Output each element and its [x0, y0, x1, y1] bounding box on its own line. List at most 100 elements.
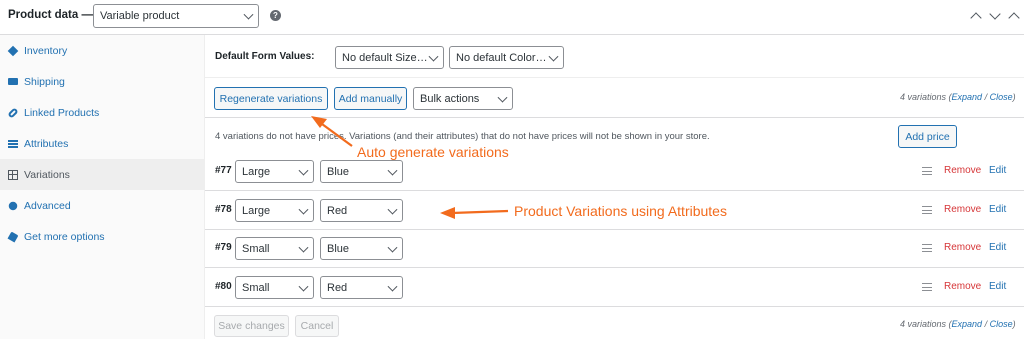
- default-form-values-label: Default Form Values:: [215, 51, 315, 62]
- add-manually-button[interactable]: Add manually: [334, 87, 407, 110]
- regenerate-variations-button[interactable]: Regenerate variations: [214, 87, 328, 110]
- help-icon[interactable]: ?: [270, 10, 281, 21]
- separator: /: [982, 92, 990, 102]
- variation-size-value: Large: [242, 165, 271, 178]
- auto-generate-annotation: Auto generate variations: [357, 144, 509, 160]
- default-color-select[interactable]: No default Color…: [449, 46, 564, 69]
- product-data-header: Product data — Variable product ?: [0, 0, 1024, 35]
- variation-color-select[interactable]: Blue: [320, 160, 403, 183]
- variations-toolbar: Regenerate variations Add manually Bulk …: [205, 78, 1024, 118]
- edit-variation-link[interactable]: Edit: [989, 204, 1006, 215]
- variation-size-select[interactable]: Large: [235, 160, 314, 183]
- variations-footer: Save changes Cancel 4 variations (Expand…: [205, 306, 1024, 339]
- variations-count-text: 4 variations (: [900, 92, 952, 102]
- move-down-icon[interactable]: [989, 8, 1001, 20]
- link-icon: [7, 106, 19, 119]
- tab-linked-products[interactable]: Linked Products: [0, 97, 205, 128]
- chevron-down-icon: [243, 9, 254, 20]
- variation-color-value: Blue: [327, 242, 350, 255]
- chevron-down-icon: [387, 165, 398, 176]
- variation-size-select[interactable]: Small: [235, 237, 314, 260]
- gear-icon: [8, 201, 18, 210]
- edit-variation-link[interactable]: Edit: [989, 242, 1006, 253]
- expand-link[interactable]: Expand: [952, 92, 983, 102]
- chevron-down-icon: [548, 51, 559, 62]
- default-size-value: No default Size…: [342, 51, 428, 64]
- remove-variation-link[interactable]: Remove: [944, 204, 981, 215]
- close-link[interactable]: Close: [990, 319, 1013, 329]
- chevron-down-icon: [298, 165, 309, 176]
- variation-color-value: Blue: [327, 165, 350, 178]
- tab-label: Linked Products: [24, 106, 100, 119]
- variation-row[interactable]: #80 Small Red Remove Edit: [205, 268, 1024, 307]
- drag-handle-icon[interactable]: [922, 283, 932, 291]
- chevron-down-icon: [497, 92, 508, 103]
- collapse-panel-icon[interactable]: [1008, 12, 1020, 24]
- variations-count-end: ): [1012, 92, 1016, 102]
- tag-icon: [7, 45, 19, 56]
- product-type-select[interactable]: Variable product: [93, 4, 259, 28]
- product-type-value: Variable product: [100, 10, 180, 22]
- add-price-button[interactable]: Add price: [898, 125, 957, 148]
- variation-color-select[interactable]: Red: [320, 276, 403, 299]
- variation-id: #78: [215, 204, 232, 215]
- variation-color-value: Red: [327, 281, 348, 294]
- cancel-button[interactable]: Cancel: [295, 315, 339, 337]
- tab-get-more-options[interactable]: Get more options: [0, 221, 205, 252]
- chevron-down-icon: [298, 281, 309, 292]
- product-data-title: Product data —: [8, 9, 93, 21]
- tab-advanced[interactable]: Advanced: [0, 190, 205, 221]
- product-data-tabs: Inventory Shipping Linked Products Attri…: [0, 35, 205, 339]
- bulk-actions-select[interactable]: Bulk actions: [413, 87, 513, 110]
- edit-variation-link[interactable]: Edit: [989, 165, 1006, 176]
- variation-row[interactable]: #77 Large Blue Remove Edit: [205, 152, 1024, 191]
- bulk-actions-value: Bulk actions: [420, 92, 480, 105]
- tab-shipping[interactable]: Shipping: [0, 66, 205, 97]
- variation-id: #77: [215, 165, 232, 176]
- variation-size-select[interactable]: Large: [235, 199, 314, 222]
- tab-inventory[interactable]: Inventory: [0, 35, 205, 66]
- edit-variation-link[interactable]: Edit: [989, 281, 1006, 292]
- tab-variations[interactable]: Variations: [0, 159, 205, 190]
- chevron-down-icon: [387, 204, 398, 215]
- attributes-annotation: Product Variations using Attributes: [514, 203, 727, 219]
- tab-label: Attributes: [24, 137, 69, 150]
- remove-variation-link[interactable]: Remove: [944, 165, 981, 176]
- chevron-down-icon: [428, 51, 439, 62]
- variations-count: 4 variations (Expand / Close): [900, 92, 1016, 102]
- list-icon: [8, 139, 18, 148]
- chevron-down-icon: [387, 281, 398, 292]
- remove-variation-link[interactable]: Remove: [944, 242, 981, 253]
- missing-prices-notice: 4 variations do not have prices. Variati…: [215, 131, 710, 142]
- chevron-down-icon: [298, 242, 309, 253]
- variation-size-value: Small: [242, 242, 270, 255]
- variation-id: #80: [215, 281, 232, 292]
- tab-label: Shipping: [24, 75, 65, 88]
- tab-label: Variations: [24, 168, 70, 181]
- separator: /: [982, 319, 990, 329]
- variation-row[interactable]: #79 Small Blue Remove Edit: [205, 229, 1024, 268]
- variation-size-value: Large: [242, 204, 271, 217]
- expand-link[interactable]: Expand: [952, 319, 983, 329]
- chevron-down-icon: [298, 204, 309, 215]
- tab-attributes[interactable]: Attributes: [0, 128, 205, 159]
- variations-count: 4 variations (Expand / Close): [900, 319, 1016, 329]
- drag-handle-icon[interactable]: [922, 206, 932, 214]
- tab-label: Get more options: [24, 230, 105, 243]
- plug-icon: [7, 231, 19, 242]
- variation-color-select[interactable]: Red: [320, 199, 403, 222]
- drag-handle-icon[interactable]: [922, 167, 932, 175]
- save-changes-button[interactable]: Save changes: [214, 315, 289, 337]
- close-link[interactable]: Close: [990, 92, 1013, 102]
- variation-color-select[interactable]: Blue: [320, 237, 403, 260]
- default-size-select[interactable]: No default Size…: [335, 46, 444, 69]
- move-up-icon[interactable]: [970, 12, 982, 24]
- remove-variation-link[interactable]: Remove: [944, 281, 981, 292]
- tab-label: Inventory: [24, 44, 68, 57]
- drag-handle-icon[interactable]: [922, 244, 932, 252]
- default-color-value: No default Color…: [456, 51, 547, 64]
- truck-icon: [8, 78, 18, 85]
- variation-size-select[interactable]: Small: [235, 276, 314, 299]
- default-form-values-row: Default Form Values: No default Size… No…: [205, 36, 1024, 78]
- variations-count-end: ): [1012, 319, 1016, 329]
